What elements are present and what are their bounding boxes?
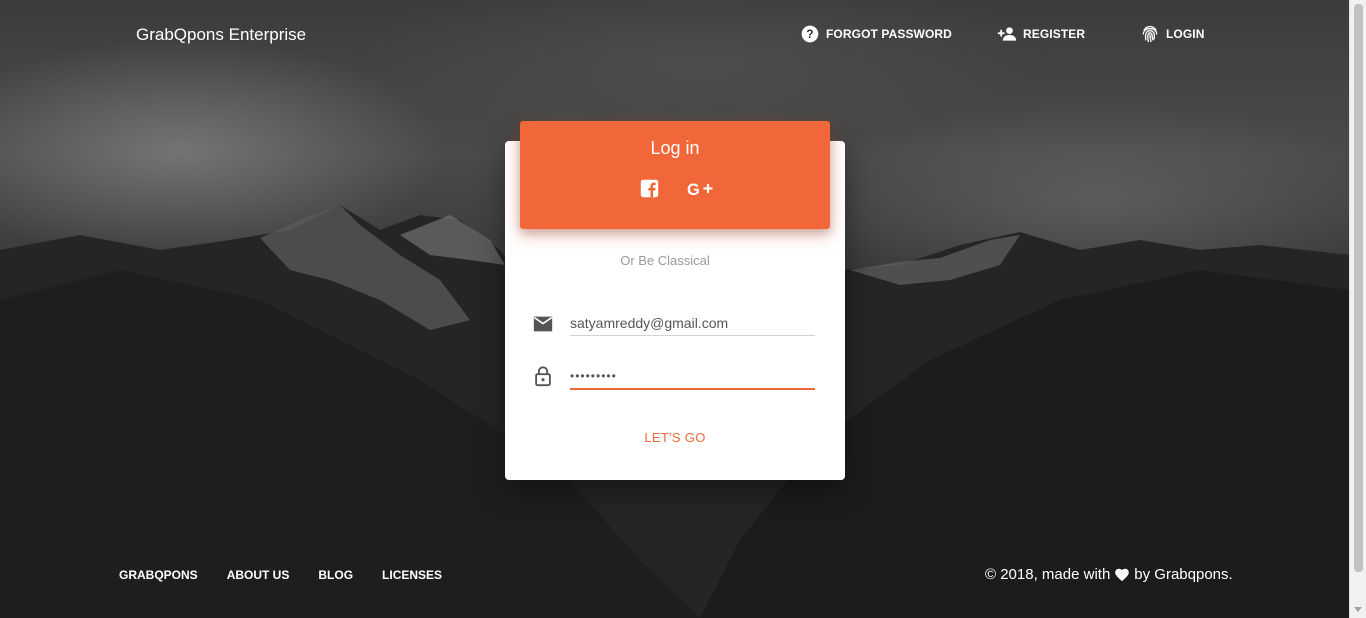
mail-icon	[533, 316, 553, 332]
fingerprint-icon	[1142, 25, 1158, 43]
footer-link-blog[interactable]: BLOG	[318, 568, 353, 582]
svg-text:?: ?	[806, 28, 813, 41]
lets-go-button[interactable]: LET'S GO	[630, 428, 720, 446]
scroll-down-arrow-icon[interactable]	[1354, 607, 1362, 612]
copyright: © 2018, made with by Grabqpons.	[985, 566, 1233, 583]
nav-login-label: LOGIN	[1166, 27, 1205, 41]
person-add-icon	[997, 27, 1017, 41]
footer-link-licenses[interactable]: LICENSES	[382, 568, 442, 582]
copyright-prefix: © 2018, made with	[985, 566, 1111, 583]
lock-icon	[535, 366, 551, 387]
copyright-suffix: by Grabqpons.	[1134, 566, 1233, 583]
divider-text: Or Be Classical	[620, 253, 710, 268]
heart-icon	[1115, 568, 1130, 582]
login-title: Log in	[650, 138, 700, 158]
nav-login[interactable]: LOGIN	[1140, 24, 1205, 44]
nav-forgot-password-label: FORGOT PASSWORD	[826, 27, 952, 41]
help-circle-icon: ?	[801, 25, 819, 43]
footer-link-grabqpons[interactable]: GRABQPONS	[119, 568, 198, 582]
nav-register[interactable]: REGISTER	[997, 24, 1085, 44]
page-scrollbar[interactable]	[1349, 0, 1366, 618]
nav-register-label: REGISTER	[1023, 27, 1086, 41]
login-card-header: Log in G	[520, 121, 830, 229]
facebook-icon[interactable]	[640, 179, 659, 198]
password-field[interactable]	[570, 364, 815, 390]
email-field[interactable]	[570, 310, 815, 336]
brand-name[interactable]: GrabQpons Enterprise	[136, 25, 306, 45]
scrollbar-thumb[interactable]	[1354, 4, 1363, 572]
svg-text:G: G	[687, 181, 700, 199]
google-plus-icon[interactable]: G	[687, 179, 715, 199]
nav-forgot-password[interactable]: ? FORGOT PASSWORD	[800, 24, 952, 44]
footer-link-about-us[interactable]: ABOUT US	[227, 568, 290, 582]
footer-links: GRABQPONS ABOUT US BLOG LICENSES	[119, 568, 471, 582]
